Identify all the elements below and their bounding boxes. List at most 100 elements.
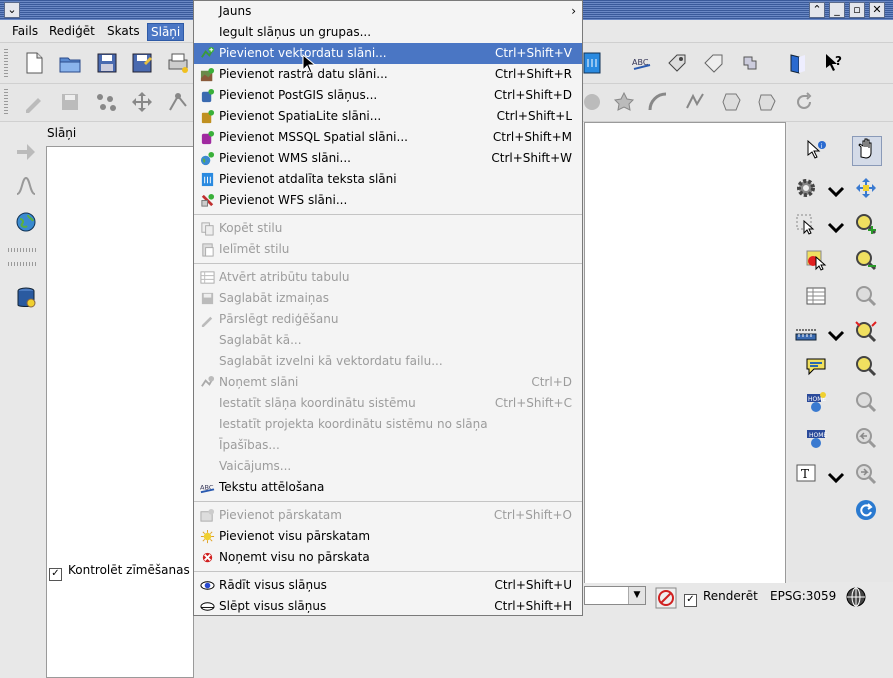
menu-item-properties[interactable]: Īpašības...: [194, 435, 582, 456]
spell-check-icon[interactable]: ABC: [630, 51, 654, 75]
shade-button[interactable]: ⌃: [809, 2, 825, 18]
pan-icon[interactable]: [852, 136, 882, 166]
rotate-point-icon[interactable]: [792, 90, 816, 114]
menu-item-open-attribute-table[interactable]: Atvērt atribūtu tabulu: [194, 267, 582, 288]
dock-grip[interactable]: [8, 248, 36, 252]
menu-item-set-project-crs[interactable]: Iestatīt projekta koordinātu sistēmu no …: [194, 414, 582, 435]
menu-item-save-edits[interactable]: Saglabāt izmaiņas: [194, 288, 582, 309]
chevron-down-icon[interactable]: ▼: [628, 587, 645, 604]
menu-item-show-all-layers[interactable]: Rādīt visus slāņus Ctrl+Shift+U: [194, 575, 582, 596]
zoom-out-icon[interactable]: [854, 248, 878, 272]
stop-render-icon[interactable]: [654, 586, 677, 609]
zoom-last-icon[interactable]: [854, 426, 878, 450]
menu-item-add-all-to-overview[interactable]: Pievienot visu pārskatam: [194, 526, 582, 547]
save-edits-icon[interactable]: [58, 90, 82, 114]
menu-item-save-as[interactable]: Saglabāt kā...: [194, 330, 582, 351]
zoom-full-icon[interactable]: [854, 284, 878, 308]
select-features-icon[interactable]: [794, 212, 818, 236]
menu-view[interactable]: Skats: [104, 23, 143, 39]
identify-icon[interactable]: i: [804, 138, 828, 162]
new-bookmark-icon[interactable]: HOME: [804, 390, 828, 414]
offset-curve-icon[interactable]: [646, 90, 670, 114]
tag-icon[interactable]: [665, 51, 689, 75]
measure-line-icon[interactable]: [794, 320, 818, 344]
zoom-in-icon[interactable]: [854, 212, 878, 236]
minimize-button[interactable]: _: [829, 2, 845, 18]
menu-item-remove-layer[interactable]: Noņemt slāni Ctrl+D: [194, 372, 582, 393]
menu-item-set-layer-crs[interactable]: Iestatīt slāņa koordinātu sistēmu Ctrl+S…: [194, 393, 582, 414]
zoom-to-selection-icon[interactable]: [854, 320, 878, 344]
deselect-icon[interactable]: [804, 248, 828, 272]
menu-item-query[interactable]: Vaicājums...: [194, 456, 582, 477]
menu-item-remove-all-from-overview[interactable]: Noņemt visu no pārskata: [194, 547, 582, 568]
menu-item-add-wfs[interactable]: Pievienot WFS slāni...: [194, 190, 582, 211]
menu-edit[interactable]: Rediģēt: [46, 23, 98, 39]
save-project-icon[interactable]: [95, 51, 119, 75]
attribute-table-icon[interactable]: [804, 284, 828, 308]
menu-item-add-raster-layer[interactable]: Pievienot rastra datu slāni... Ctrl+Shif…: [194, 64, 582, 85]
database-icon[interactable]: [14, 286, 38, 310]
merge-features-icon[interactable]: [720, 90, 744, 114]
label-tool-icon[interactable]: [702, 51, 726, 75]
menu-item-save-selection-as[interactable]: Saglabāt izvelni kā vektordatu failu...: [194, 351, 582, 372]
move-feature-icon[interactable]: [130, 90, 154, 114]
scale-combobox[interactable]: ▼: [584, 586, 646, 605]
chevron-down-icon[interactable]: [824, 466, 845, 484]
dock-grip[interactable]: [8, 262, 36, 266]
capture-point-icon[interactable]: [94, 90, 118, 114]
menu-item-add-spatialite[interactable]: Pievienot SpatiaLite slāni... Ctrl+Shift…: [194, 106, 582, 127]
toggle-editing-icon[interactable]: [22, 90, 46, 114]
render-checkbox[interactable]: ✓ Renderēt: [684, 589, 758, 607]
globe-icon[interactable]: [14, 210, 38, 234]
menu-item-add-wms[interactable]: Pievienot WMS slāni... Ctrl+Shift+W: [194, 148, 582, 169]
plugin-icon[interactable]: [738, 51, 762, 75]
delete-ring-icon[interactable]: [580, 90, 604, 114]
projection-globe-icon[interactable]: [844, 585, 866, 607]
text-annotation-icon[interactable]: T: [794, 462, 818, 486]
crs-status[interactable]: EPSG:3059: [770, 589, 836, 603]
show-bookmarks-icon[interactable]: HOME: [804, 426, 828, 450]
pan-to-selection-icon[interactable]: [854, 176, 878, 200]
menu-item-toggle-editing[interactable]: Pārslēgt rediģēšanu: [194, 309, 582, 330]
menu-item-add-mssql[interactable]: Pievienot MSSQL Spatial slāni... Ctrl+Sh…: [194, 127, 582, 148]
menu-item-add-postgis[interactable]: Pievienot PostGIS slāņus... Ctrl+Shift+D: [194, 85, 582, 106]
checkbox-mark-icon[interactable]: ✓: [684, 594, 697, 607]
zoom-to-layer-icon[interactable]: [854, 354, 878, 378]
map-tips-icon[interactable]: [804, 354, 828, 378]
new-project-icon[interactable]: [22, 51, 46, 75]
toolbar-grip[interactable]: [4, 49, 8, 77]
split-features-icon[interactable]: [683, 90, 707, 114]
whats-this-icon[interactable]: ?: [822, 51, 846, 75]
layers-list[interactable]: [46, 146, 194, 678]
histogram-icon[interactable]: [14, 174, 38, 198]
menu-item-add-vector-layer[interactable]: Pievienot vektordatu slāni... Ctrl+Shift…: [194, 43, 582, 64]
menu-item-new[interactable]: Jauns ›: [194, 1, 582, 22]
menu-file[interactable]: Fails: [9, 23, 41, 39]
menu-item-labeling[interactable]: ABC Tekstu attēlošana: [194, 477, 582, 498]
zoom-next-icon[interactable]: [854, 462, 878, 486]
open-project-icon[interactable]: [58, 51, 82, 75]
zoom-native-icon[interactable]: [854, 390, 878, 414]
reshape-icon[interactable]: [612, 90, 636, 114]
menu-item-add-delimited-text[interactable]: Pievienot atdalīta teksta slāni: [194, 169, 582, 190]
menu-item-paste-style[interactable]: Ielīmēt stilu: [194, 239, 582, 260]
print-composer-icon[interactable]: [166, 51, 190, 75]
chevron-down-icon[interactable]: [824, 216, 845, 234]
window-menu-icon[interactable]: ⌄: [4, 2, 20, 18]
menu-item-embed-layers[interactable]: Iegult slāņus un grupas...: [194, 22, 582, 43]
toolbar-grip[interactable]: [4, 89, 8, 115]
menu-layer[interactable]: Slāņi: [147, 23, 185, 41]
map-canvas[interactable]: [584, 122, 786, 584]
help-book-icon[interactable]: [786, 51, 810, 75]
chevron-down-icon[interactable]: [824, 180, 845, 198]
render-control-checkbox[interactable]: ✓ Kontrolēt zīmēšanas: [49, 563, 190, 581]
menu-item-copy-style[interactable]: Kopēt stilu: [194, 218, 582, 239]
node-tool-icon[interactable]: [166, 90, 190, 114]
close-button[interactable]: ✕: [869, 2, 885, 18]
maximize-button[interactable]: ▫: [849, 2, 865, 18]
save-as-icon[interactable]: [130, 51, 154, 75]
add-delimited-text-icon[interactable]: [580, 51, 604, 75]
refresh-icon[interactable]: [854, 498, 878, 522]
menu-item-add-to-overview[interactable]: Pievienot pārskatam Ctrl+Shift+O: [194, 505, 582, 526]
georeferencer-icon[interactable]: [14, 140, 38, 164]
